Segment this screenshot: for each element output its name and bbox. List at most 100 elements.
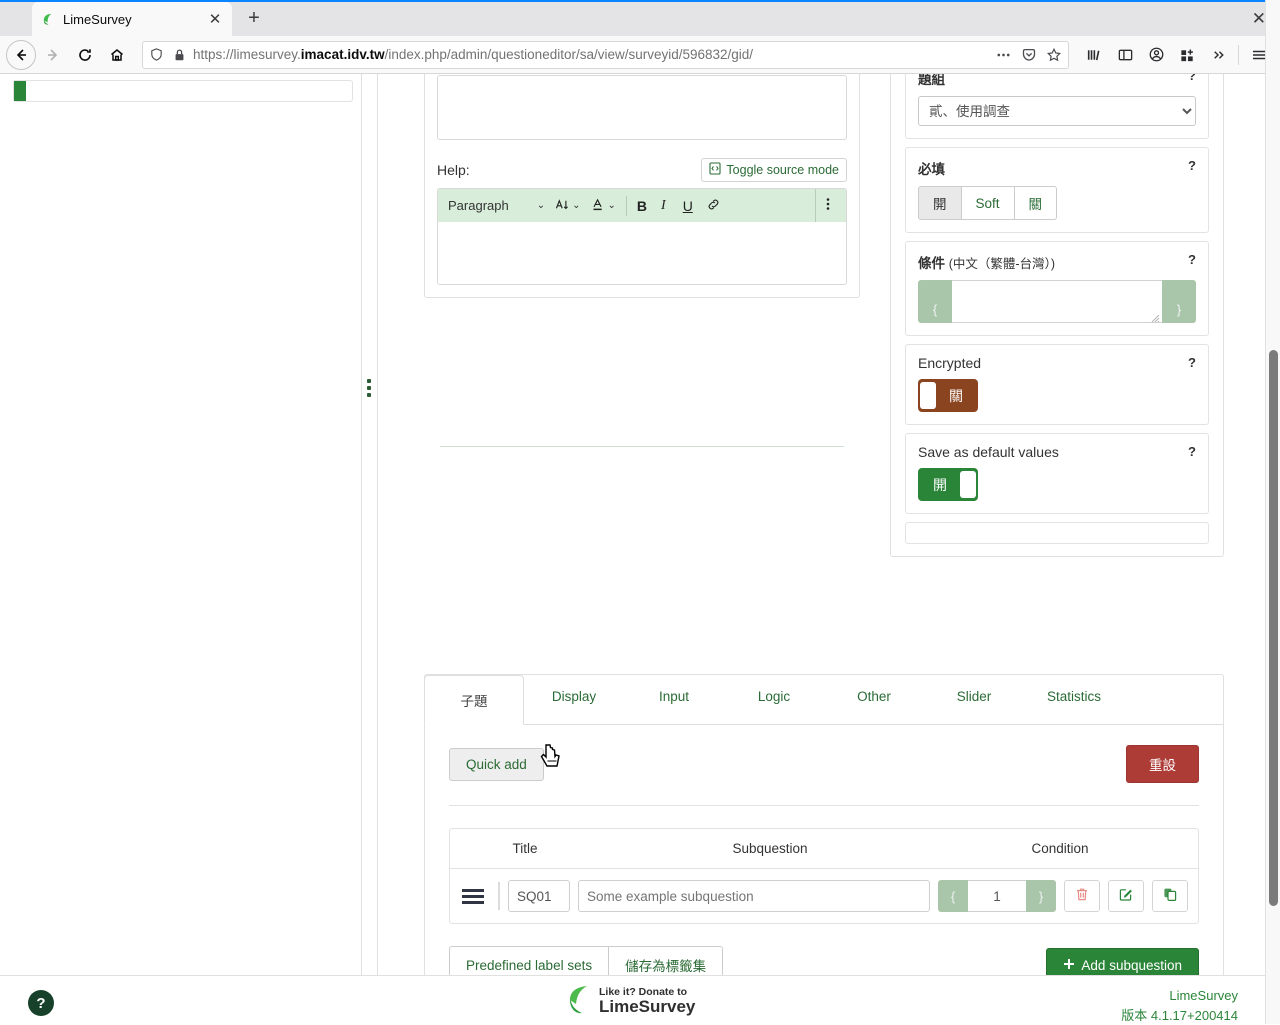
underline-button[interactable]: U: [676, 198, 700, 214]
save-default-toggle[interactable]: 開: [918, 468, 978, 501]
italic-button[interactable]: I: [653, 198, 674, 214]
mandatory-option-soft[interactable]: Soft: [961, 186, 1015, 220]
table-row: { }: [450, 869, 1198, 923]
url-bar[interactable]: https://limesurvey.imacat.idv.tw/index.p…: [142, 41, 1069, 69]
editor-toolbar: Paragraph ⌄ ⌄: [438, 189, 846, 222]
page-actions-ellipsis-icon[interactable]: [993, 47, 1014, 63]
quick-add-button[interactable]: Quick add: [449, 748, 544, 781]
question-text-editor-body[interactable]: [437, 75, 847, 140]
limesurvey-logo-icon: [40, 11, 56, 27]
setting-question-group: 題組 ? 貳、使用調查: [905, 74, 1209, 139]
back-arrow-icon[interactable]: [6, 40, 36, 70]
divider-grip-handle[interactable]: [367, 379, 371, 397]
question-group-header: 題組 ?: [918, 74, 1196, 88]
help-icon[interactable]: ?: [1188, 252, 1196, 267]
account-icon[interactable]: [1141, 40, 1171, 70]
tab-statistics[interactable]: Statistics: [1024, 675, 1124, 724]
question-settings-sidebar: 題組 ? 貳、使用調查 必填 ? 開 Soft 關: [890, 74, 1224, 557]
delete-subquestion-button[interactable]: [1064, 880, 1100, 912]
mandatory-option-on[interactable]: 開: [918, 186, 962, 220]
help-field-header: Help: Toggle source mode: [437, 158, 847, 182]
question-group-select[interactable]: 貳、使用調查: [918, 96, 1196, 126]
close-icon[interactable]: ✕: [206, 10, 224, 28]
setting-mandatory: 必填 ? 開 Soft 關: [905, 147, 1209, 233]
help-icon[interactable]: ?: [1188, 355, 1196, 370]
subquestion-text-input[interactable]: [578, 880, 930, 912]
copy-subquestion-button[interactable]: [1152, 880, 1188, 912]
tab-slider[interactable]: Slider: [924, 675, 1024, 724]
toggle-source-mode-button[interactable]: Toggle source mode: [701, 158, 847, 182]
sidebar-icon[interactable]: [1110, 40, 1140, 70]
browser-tab[interactable]: LimeSurvey ✕: [32, 2, 232, 36]
panel-divider[interactable]: [362, 74, 378, 1024]
green-accent-block: [14, 81, 26, 101]
star-bookmark-icon[interactable]: [1044, 47, 1064, 63]
tab-subquestions[interactable]: 子題: [424, 675, 524, 725]
chevron-down-icon: ⌄: [572, 200, 580, 211]
bold-button[interactable]: B: [633, 196, 651, 216]
toggle-knob: [960, 471, 976, 498]
chevron-down-icon: ⌄: [537, 200, 545, 211]
save-default-header: Save as default values ?: [918, 444, 1196, 460]
link-icon: [706, 197, 721, 215]
drag-handle-icon[interactable]: [460, 889, 490, 904]
link-button[interactable]: [702, 195, 725, 217]
edit-subquestion-button[interactable]: [1108, 880, 1144, 912]
url-host: imacat.idv.tw: [301, 47, 385, 62]
browser-toolbar-icons: [1079, 40, 1274, 70]
editor-overflow-button[interactable]: [815, 189, 840, 222]
condition-value-input[interactable]: [968, 880, 1026, 912]
text-color-dropdown[interactable]: ⌄: [587, 195, 620, 217]
help-icon[interactable]: ?: [1188, 444, 1196, 459]
version-text: 版本 4.1.17+200414: [1121, 1006, 1238, 1025]
reload-icon[interactable]: [70, 40, 100, 70]
tab-other[interactable]: Other: [824, 675, 924, 724]
library-icon[interactable]: [1079, 40, 1109, 70]
question-group-label: 題組: [918, 74, 945, 88]
chevron-double-right-icon[interactable]: [1203, 40, 1233, 70]
encrypted-toggle-state: 關: [936, 389, 976, 403]
browser-chrome: LimeSurvey ✕ + ✕: [0, 0, 1280, 74]
toolbar-divider: [1238, 45, 1239, 65]
donate-line-2: LimeSurvey: [599, 998, 695, 1016]
subquestion-panel: 子題 Display Input Logic Other Slider Stat…: [424, 674, 1224, 1007]
left-column: [0, 74, 362, 1024]
left-panel-stub: [13, 80, 353, 102]
help-field-label: Help:: [437, 162, 470, 178]
tracking-protection-shield-icon[interactable]: [147, 47, 166, 62]
text-color-icon: [591, 197, 606, 215]
new-tab-button[interactable]: +: [238, 2, 270, 34]
column-header-title: Title: [450, 841, 600, 856]
reset-button[interactable]: 重設: [1126, 745, 1199, 783]
help-icon[interactable]: ?: [1188, 74, 1196, 83]
font-size-dropdown[interactable]: ⌄: [551, 195, 584, 217]
page-scrollbar[interactable]: [1265, 0, 1280, 1024]
tab-display[interactable]: Display: [524, 675, 624, 724]
padlock-icon[interactable]: [171, 48, 188, 62]
donate-banner[interactable]: Like it? Donate to LimeSurvey: [565, 984, 695, 1019]
condition-open-brace: {: [918, 280, 952, 323]
home-icon[interactable]: [102, 40, 132, 70]
scrollbar-thumb[interactable]: [1269, 350, 1278, 906]
setting-save-default-values: Save as default values ? 開: [905, 433, 1209, 514]
tab-logic[interactable]: Logic: [724, 675, 824, 724]
condition-input-group: { }: [938, 880, 1056, 912]
help-editor-body[interactable]: [438, 222, 846, 284]
mandatory-label: 必填: [918, 158, 945, 178]
pocket-icon[interactable]: [1019, 47, 1039, 63]
help-rich-text-editor: Paragraph ⌄ ⌄: [437, 188, 847, 285]
condition-textarea[interactable]: [952, 280, 1162, 323]
tab-input[interactable]: Input: [624, 675, 724, 724]
url-text[interactable]: https://limesurvey.imacat.idv.tw/index.p…: [193, 47, 988, 62]
encrypted-toggle[interactable]: 關: [918, 379, 978, 412]
paragraph-style-dropdown[interactable]: Paragraph ⌄: [444, 198, 549, 213]
subquestion-title-input[interactable]: [508, 880, 570, 912]
chevron-down-icon: ⌄: [608, 200, 616, 211]
question-mark-help-icon[interactable]: ?: [28, 990, 54, 1016]
mandatory-option-off[interactable]: 關: [1014, 186, 1058, 220]
condition-close-brace: }: [1162, 280, 1196, 323]
resize-grip-icon[interactable]: [1150, 311, 1160, 321]
extensions-icon[interactable]: [1172, 40, 1202, 70]
help-icon[interactable]: ?: [1188, 158, 1196, 173]
product-name[interactable]: LimeSurvey: [1121, 986, 1238, 1006]
